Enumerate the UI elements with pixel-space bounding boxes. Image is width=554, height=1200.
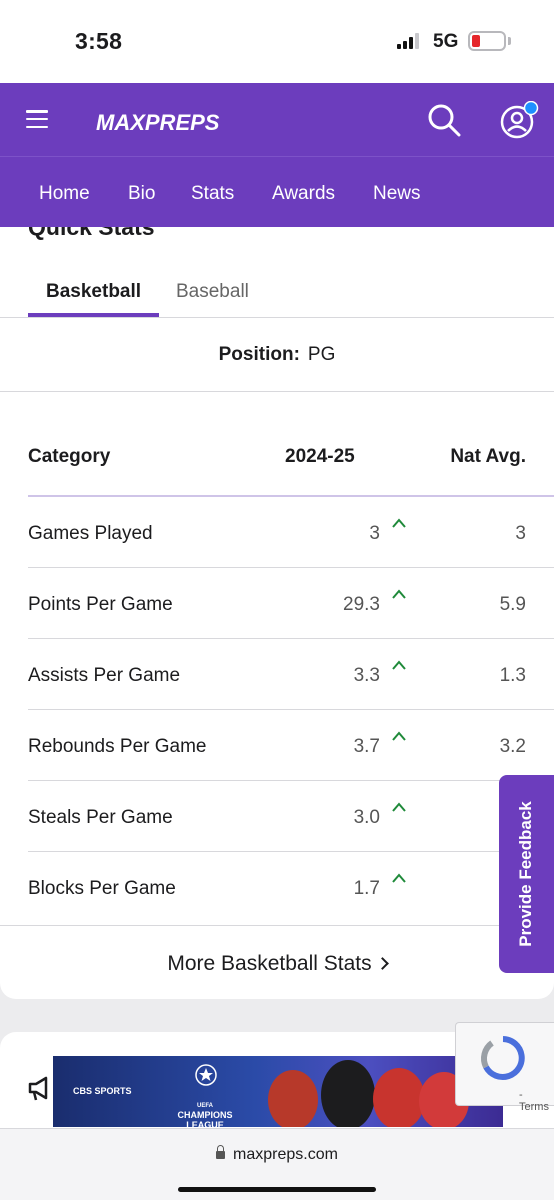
divider bbox=[0, 391, 554, 392]
trend-up-icon bbox=[392, 518, 406, 528]
battery-nub bbox=[508, 37, 511, 45]
trend-up-icon bbox=[392, 589, 406, 599]
hamburger-menu-icon[interactable] bbox=[26, 110, 48, 128]
column-header-season: 2024-25 bbox=[285, 446, 355, 467]
stat-row: Blocks Per Game 1.7 0 bbox=[0, 852, 554, 923]
megaphone-icon bbox=[28, 1076, 48, 1101]
divider bbox=[0, 925, 554, 926]
stat-value: 3.7 bbox=[353, 736, 380, 757]
lock-icon bbox=[216, 1145, 226, 1159]
stat-row: Assists Per Game 3.3 1.3 bbox=[0, 639, 554, 710]
home-indicator[interactable] bbox=[178, 1187, 376, 1192]
stat-value: 1.7 bbox=[353, 878, 380, 899]
stat-category: Games Played bbox=[28, 523, 153, 544]
chevron-right-icon bbox=[375, 957, 389, 970]
stat-category: Assists Per Game bbox=[28, 665, 181, 686]
position-label: Position: bbox=[218, 344, 300, 365]
stat-value: 3 bbox=[369, 523, 380, 544]
signal-icon bbox=[397, 33, 419, 49]
stat-row: Rebounds Per Game 3.7 3.2 bbox=[0, 710, 554, 781]
column-header-national-average: Nat Avg. bbox=[450, 446, 526, 467]
recaptcha-terms[interactable]: - Terms bbox=[519, 1089, 554, 1113]
tab-baseball[interactable]: Baseball bbox=[176, 281, 249, 303]
search-icon[interactable] bbox=[427, 103, 461, 137]
stat-value: 29.3 bbox=[343, 594, 380, 615]
divider bbox=[0, 317, 554, 318]
recaptcha-badge[interactable]: - Terms bbox=[455, 1022, 554, 1113]
ad-banner[interactable]: CBS SPORTS UEFA CHAMPIONS LEAGUE bbox=[53, 1056, 503, 1127]
stat-row: Steals Per Game 3.0 1 bbox=[0, 781, 554, 852]
ad-cbs-sports: CBS SPORTS bbox=[73, 1086, 132, 1096]
tab-bio[interactable]: Bio bbox=[128, 183, 155, 205]
trend-up-icon bbox=[392, 873, 406, 883]
ad-player-image bbox=[373, 1068, 425, 1127]
status-time: 3:58 bbox=[75, 28, 123, 54]
tab-basketball[interactable]: Basketball bbox=[46, 281, 141, 303]
notification-dot bbox=[523, 101, 539, 116]
column-header-category: Category bbox=[28, 446, 111, 467]
url-display[interactable]: maxpreps.com bbox=[0, 1145, 554, 1164]
recaptcha-icon bbox=[481, 1036, 525, 1080]
position-value: PG bbox=[307, 344, 336, 365]
url-domain: maxpreps.com bbox=[233, 1146, 338, 1163]
ad-uefa: UEFA bbox=[196, 1103, 213, 1109]
ad-league: CHAMPIONS LEAGUE bbox=[177, 1110, 233, 1127]
stat-national-average: 5.9 bbox=[499, 594, 526, 615]
tab-home[interactable]: Home bbox=[39, 183, 90, 205]
provide-feedback-button[interactable]: Provide Feedback bbox=[499, 775, 554, 973]
status-bar: 3:58 5G bbox=[0, 0, 554, 83]
stat-category: Steals Per Game bbox=[28, 807, 173, 828]
ad-league-name: UEFA CHAMPIONS LEAGUE bbox=[170, 1103, 240, 1127]
card-title: Quick Stats bbox=[28, 227, 155, 240]
stat-row: Games Played 3 3 bbox=[0, 497, 554, 568]
tab-news[interactable]: News bbox=[373, 183, 421, 205]
stat-value: 3.3 bbox=[353, 665, 380, 686]
stat-value: 3.0 bbox=[353, 807, 380, 828]
battery-icon bbox=[468, 31, 506, 51]
stat-national-average: 3.2 bbox=[499, 736, 526, 757]
tab-stats[interactable]: Stats bbox=[191, 183, 234, 205]
more-basketball-stats-link[interactable]: More Basketball Stats bbox=[0, 952, 554, 976]
champions-league-star-icon bbox=[195, 1064, 217, 1086]
trend-up-icon bbox=[392, 731, 406, 741]
stat-category: Points Per Game bbox=[28, 594, 173, 615]
stat-category: Rebounds Per Game bbox=[28, 736, 207, 757]
browser-url-bar[interactable]: maxpreps.com bbox=[0, 1128, 554, 1200]
position-row: Position: PG bbox=[0, 344, 554, 366]
account-icon[interactable] bbox=[500, 101, 540, 141]
ad-player-image bbox=[321, 1060, 375, 1127]
stat-national-average: 3 bbox=[515, 523, 526, 544]
tab-awards[interactable]: Awards bbox=[272, 183, 335, 205]
more-link-label: More Basketball Stats bbox=[167, 952, 372, 975]
logo-text: MAXPREPS bbox=[96, 110, 220, 135]
quick-stats-card: Quick Stats Basketball Baseball Position… bbox=[0, 227, 554, 999]
ad-player-image bbox=[268, 1070, 318, 1127]
trend-up-icon bbox=[392, 660, 406, 670]
stat-category: Blocks Per Game bbox=[28, 878, 176, 899]
stat-national-average: 1.3 bbox=[499, 665, 526, 686]
network-type: 5G bbox=[433, 31, 459, 52]
feedback-label: Provide Feedback bbox=[516, 801, 535, 947]
profile-nav: Home Bio Stats Awards News bbox=[0, 156, 554, 227]
stat-row: Points Per Game 29.3 5.9 bbox=[0, 568, 554, 639]
site-header: MAXPREPS bbox=[0, 83, 554, 156]
maxpreps-logo[interactable]: MAXPREPS bbox=[96, 103, 226, 141]
trend-up-icon bbox=[392, 802, 406, 812]
